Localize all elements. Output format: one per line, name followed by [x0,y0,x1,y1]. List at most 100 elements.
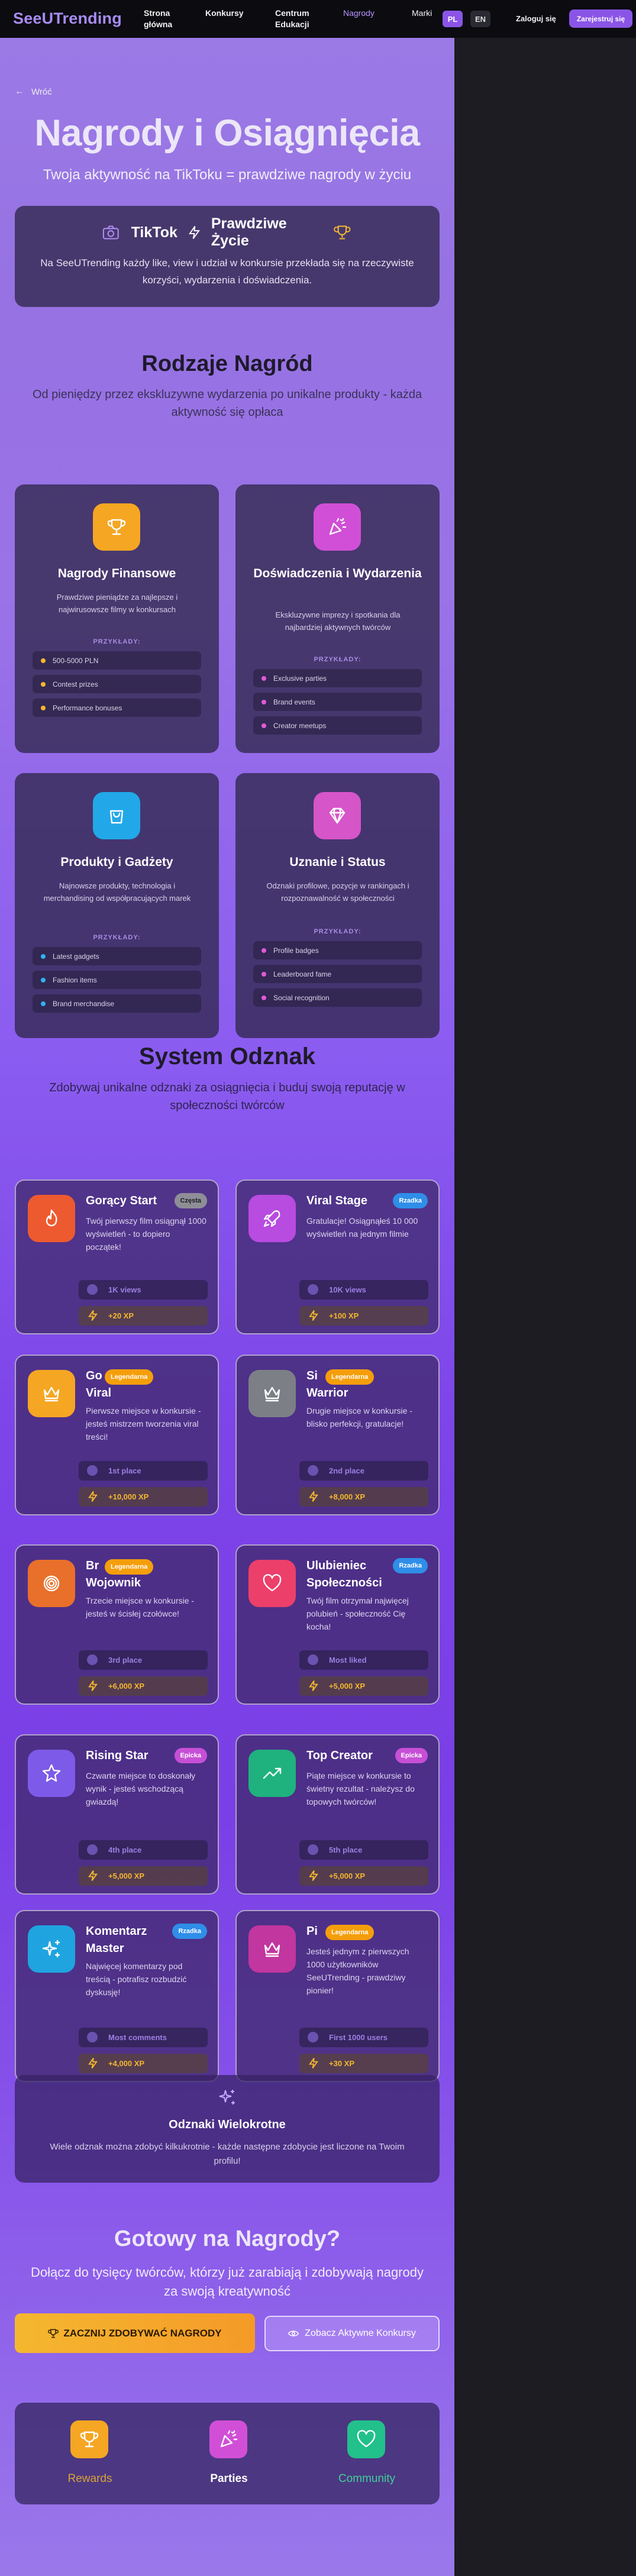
badge-xp: +6,000 XP [79,1676,208,1696]
lang-en-button[interactable]: EN [470,11,490,27]
badge-card[interactable]: Rising Star Epicka Czwarte miejsce to dosk… [15,1734,219,1895]
badge-requirement: 1K views [79,1280,208,1300]
rarity-badge: Legendarna [105,1369,154,1385]
badge-desc: Gratulacje! Osiągnąłeś 10 000 wyświetleń… [306,1216,418,1239]
example-text: Creator meetups [273,721,327,730]
bullet-dot [41,1001,46,1006]
nav-brands[interactable]: Marki [412,8,432,19]
trophy-icon [80,2431,99,2448]
badge-requirement: 3rd place [79,1650,208,1670]
badge-requirement: Most comments [79,2028,208,2047]
example-item: Brand events [253,693,422,711]
badge-xp: +30 XP [299,2054,428,2073]
showcase-label: Community [338,2472,396,2485]
view-contests-button[interactable]: Zobacz Aktywne Konkursy [264,2316,440,2351]
badge-card[interactable]: Komentarz Master Rzadka Najwięcej komentarz… [15,1910,219,2082]
badge-icon-box [248,1925,296,1973]
badge-card[interactable]: Gorący Start Częsta Twój pierwszy film osi… [15,1179,219,1334]
badge-title: Rising Star [86,1749,148,1762]
requirement-text: 1K views [108,1285,141,1294]
example-text: Brand merchandise [53,999,115,1008]
rarity-badge: Epicka [174,1748,207,1763]
cta-title: Gotowy na Nagrody? [114,2226,341,2251]
register-button[interactable]: Zarejestruj się [569,9,632,28]
showcase-label: Parties [210,2472,248,2485]
eye-icon [288,2331,299,2336]
requirement-dot [87,1284,98,1295]
badge-desc: Piąte miejsce w konkursie to świetny rez… [306,1771,415,1806]
example-item: Exclusive parties [253,669,422,687]
requirement-dot [87,1465,98,1476]
badge-card[interactable]: Pi Legendarna Jesteś jednym z pierwszych 1… [235,1910,440,2082]
requirement-dot [87,1654,98,1665]
reward-type-card: Uznanie i Status Odznaki profilowe, pozyc… [235,773,440,1038]
crown-icon [43,1386,60,1402]
badge-requirement: 4th place [79,1840,208,1860]
reward-type-title: Doświadczenia i Wydarzenia [253,567,422,580]
reward-type-icon-box [314,792,361,839]
badge-xp: +5,000 XP [299,1866,428,1886]
badge-card[interactable]: Br Wojownik Legendarna Trzecie miejsce w ko… [15,1544,219,1705]
diamond-icon [329,807,346,824]
xp-text: +30 XP [329,2059,355,2068]
badge-requirement: Most liked [299,1650,428,1670]
badge-card[interactable]: Viral Stage Rzadka Gratulacje! Osiągnąłeś … [235,1179,440,1334]
badge-title-line1: Go [86,1369,102,1382]
badge-card[interactable]: Si Warrior Legendarna Drugie miejsce w konk… [235,1355,440,1515]
lightning-icon [188,225,200,240]
banner-tiktok: TikTok [131,224,177,241]
badge-icon-box [248,1370,296,1417]
requirement-text: First 1000 users [329,2033,388,2042]
xp-text: +5,000 XP [329,1872,366,1880]
trending-up-icon [263,1767,282,1779]
crown-pink-icon [264,1942,280,1957]
example-item: Brand merchandise [33,994,201,1013]
nav-contests[interactable]: Konkursy [205,8,244,19]
badge-card[interactable]: Top Creator Epicka Piąte miejsce w konkurs… [235,1734,440,1895]
requirement-dot [87,2032,98,2042]
start-earning-button[interactable]: ZACZNIJ ZDOBYWAĆ NAGRODY [15,2313,255,2353]
requirement-text: 10K views [329,1285,366,1294]
showcase-item: Parties [193,2420,264,2491]
nav-home[interactable]: Strona główna [144,8,172,30]
rarity-badge: Legendarna [325,1925,375,1940]
lang-pl-button[interactable]: PL [443,11,463,27]
badge-title-line1: Br [86,1559,99,1572]
camera-icon [102,225,119,240]
logo[interactable]: SeeUTrending [13,9,122,28]
bullet-dot [261,676,266,681]
requirement-dot [308,2032,318,2042]
flame-icon [46,1209,57,1227]
arrow-left-icon: ← [15,86,24,96]
badge-card[interactable]: Go Viral Legendarna Pierwsze miejsce w konk… [15,1355,219,1515]
main-content: ← Wróć Nagrody i Osiągnięcia Twoja aktyw… [0,38,454,2576]
rocket-icon [263,1210,280,1227]
requirement-text: 1st place [108,1466,141,1475]
lightning-icon [88,1310,98,1321]
xp-text: +8,000 XP [329,1492,366,1501]
example-text: Profile badges [273,946,319,955]
heart-icon [357,2430,376,2448]
badge-icon-box [28,1925,75,1973]
rarity-badge: Epicka [395,1748,428,1763]
back-link[interactable]: ← Wróć [15,86,52,97]
badge-title: Viral Stage [306,1194,368,1207]
bullet-dot [41,658,46,663]
top-navbar: SeeUTrending Strona główna Konkursy Cent… [0,0,636,38]
badge-title-line2: Warrior [306,1386,348,1399]
badge-xp: +100 XP [299,1306,428,1326]
reward-type-icon-box [93,792,140,839]
badge-card[interactable]: Ulubieniec Społeczności Rzadka Twój film ot… [235,1544,440,1705]
bullet-dot [261,972,266,977]
badge-icon-box [28,1195,75,1242]
badge-xp: +5,000 XP [79,1866,208,1886]
badge-desc: Drugie miejsce w konkursie - blisko perf… [306,1406,412,1428]
showcase-item: Community [331,2420,402,2491]
banner-text: Na SeeUTrending każdy like, view i udzia… [40,257,414,286]
badge-xp: +4,000 XP [79,2054,208,2073]
badge-title-line2: Społeczności [306,1576,382,1589]
nav-rewards[interactable]: Nagrody [343,8,375,19]
login-link[interactable]: Zaloguj się [516,14,556,23]
bullet-dot [41,706,46,710]
nav-education[interactable]: Centrum Edukacji [275,8,309,30]
